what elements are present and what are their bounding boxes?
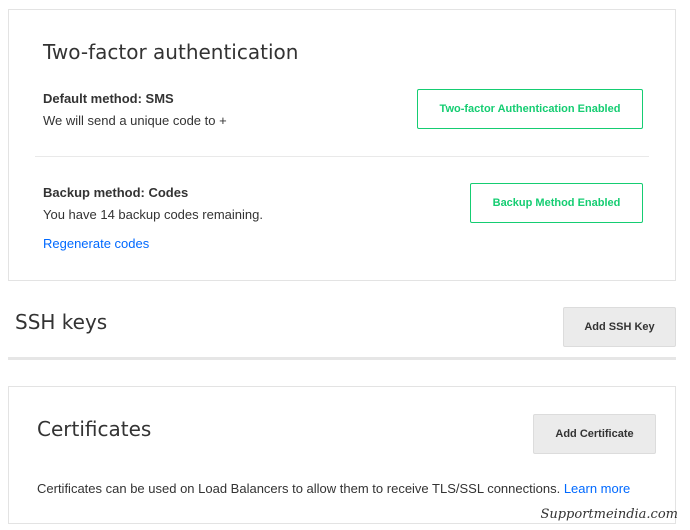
- add-ssh-key-button[interactable]: Add SSH Key: [563, 307, 676, 347]
- two-factor-panel: Two-factor authentication Default method…: [8, 9, 676, 281]
- default-method-description: We will send a unique code to +: [43, 113, 227, 128]
- watermark: Supportmeindia.com: [540, 507, 678, 522]
- section-divider: [35, 156, 649, 157]
- certificates-description: Certificates can be used on Load Balance…: [37, 481, 630, 496]
- ssh-keys-title: SSH keys: [15, 310, 108, 334]
- regenerate-codes-link[interactable]: Regenerate codes: [43, 236, 149, 251]
- learn-more-link[interactable]: Learn more: [564, 481, 630, 496]
- security-settings-page: Two-factor authentication Default method…: [0, 0, 690, 530]
- default-method-label: Default method: SMS: [43, 91, 174, 106]
- certificates-description-text: Certificates can be used on Load Balance…: [37, 481, 561, 496]
- two-factor-title: Two-factor authentication: [43, 40, 299, 64]
- certificates-panel: Certificates Add Certificate Certificate…: [8, 386, 676, 524]
- backup-method-enabled-button[interactable]: Backup Method Enabled: [470, 183, 643, 223]
- ssh-section-divider: [8, 357, 676, 360]
- backup-method-label: Backup method: Codes: [43, 185, 189, 200]
- add-certificate-button[interactable]: Add Certificate: [533, 414, 656, 454]
- backup-method-description: You have 14 backup codes remaining.: [43, 207, 263, 222]
- certificates-title: Certificates: [37, 417, 152, 441]
- two-factor-enabled-button[interactable]: Two-factor Authentication Enabled: [417, 89, 643, 129]
